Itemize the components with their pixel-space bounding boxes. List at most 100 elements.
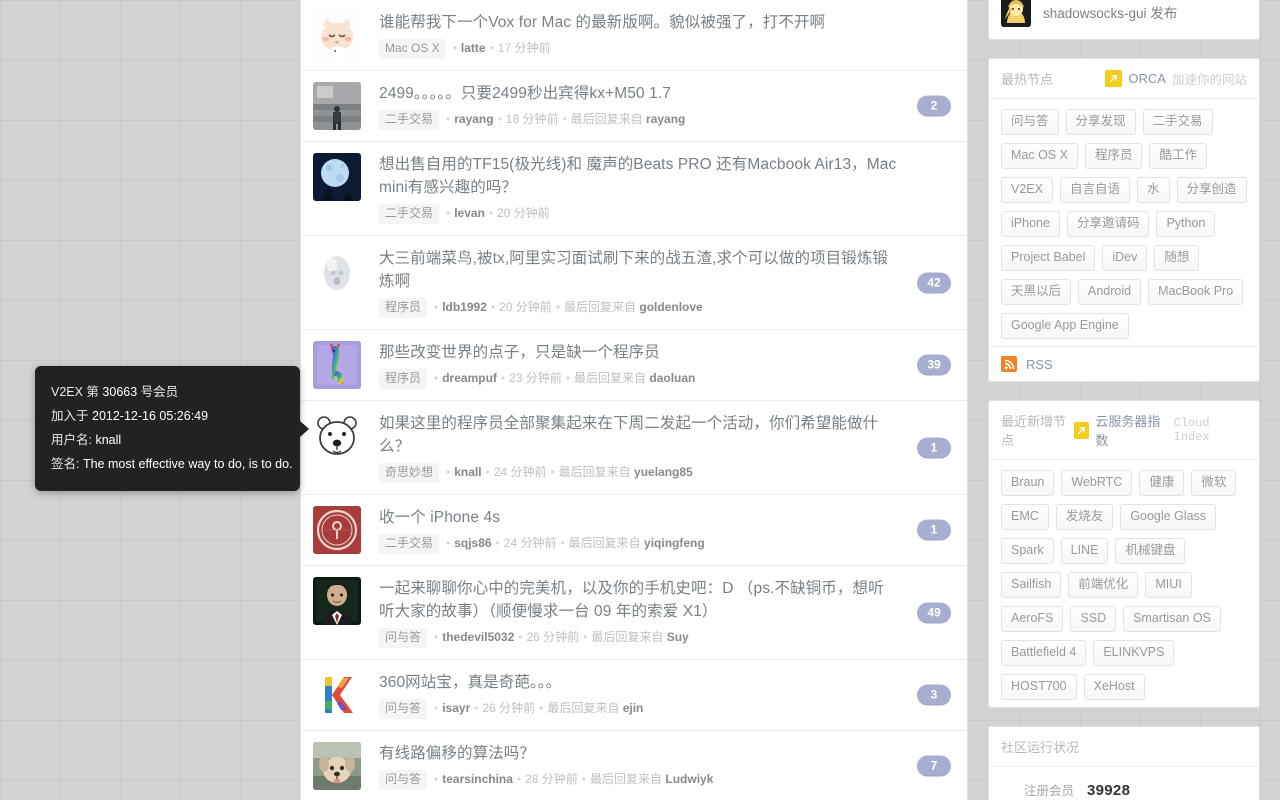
- hot-node-chip[interactable]: iDev: [1102, 245, 1148, 271]
- hot-node-chip[interactable]: 随想: [1154, 245, 1200, 271]
- topic-row[interactable]: 2499。。。。。只要2499秒出宾得kx+M50 1.7 二手交易 • rayang…: [301, 71, 967, 142]
- hot-node-chip[interactable]: Mac OS X: [1001, 143, 1078, 169]
- topic-author-link[interactable]: rayang: [454, 112, 493, 126]
- new-node-chip[interactable]: XeHost: [1083, 674, 1145, 700]
- topic-row[interactable]: 如果这里的程序员全部聚集起来在下周二发起一个活动，你们希望能做什么？ 奇思妙想 • k…: [301, 401, 967, 495]
- topic-author-avatar[interactable]: [313, 577, 361, 625]
- topic-row[interactable]: 想出售自用的TF15(极光线)和 魔声的Beats PRO 还有Macbook …: [301, 142, 967, 236]
- topic-row[interactable]: 有线路偏移的算法吗？ 问与答 • tearsinchina • 28 分钟前 • 最后回复来自…: [301, 731, 967, 800]
- new-node-chip[interactable]: ELINKVPS: [1093, 640, 1175, 666]
- hot-node-chip[interactable]: 酷工作: [1149, 143, 1207, 169]
- topic-node-tag[interactable]: 二手交易: [379, 204, 440, 224]
- topic-title-link[interactable]: 2499。。。。。只要2499秒出宾得kx+M50 1.7: [379, 82, 897, 105]
- cloud-index-promo[interactable]: 云服务器指数 Cloud Index: [1073, 411, 1247, 449]
- new-node-chip[interactable]: Google Glass: [1120, 504, 1217, 530]
- topic-node-tag[interactable]: 二手交易: [379, 534, 440, 554]
- last-reply-user-link[interactable]: yuelang85: [634, 465, 693, 479]
- new-node-chip[interactable]: Battlefield 4: [1001, 640, 1087, 666]
- new-node-chip[interactable]: 发烧友: [1055, 504, 1114, 530]
- hot-node-chip[interactable]: V2EX: [1001, 177, 1053, 203]
- topic-title-link[interactable]: 如果这里的程序员全部聚集起来在下周二发起一个活动，你们希望能做什么？: [379, 412, 897, 458]
- new-node-chip[interactable]: WebRTC: [1061, 470, 1133, 496]
- new-node-chip[interactable]: 微软: [1191, 470, 1237, 496]
- hot-node-chip[interactable]: Project Babel: [1001, 245, 1096, 271]
- last-reply-user-link[interactable]: yiqingfeng: [644, 536, 705, 550]
- topic-title-link[interactable]: 360网站宝，真是奇葩。。。: [379, 671, 897, 694]
- topic-author-link[interactable]: levan: [454, 206, 485, 220]
- new-node-chip[interactable]: HOST700: [1001, 674, 1077, 700]
- topic-node-tag[interactable]: 程序员: [379, 298, 428, 318]
- new-node-chip[interactable]: LINE: [1060, 538, 1109, 564]
- new-node-chip[interactable]: MIUI: [1145, 572, 1192, 598]
- topic-title-link[interactable]: 大三前端菜鸟,被tx,阿里实习面试刷下来的战五渣,求个可以做的项目锻炼锻炼啊: [379, 247, 897, 293]
- topic-node-tag[interactable]: 程序员: [379, 369, 428, 389]
- topic-author-link[interactable]: ldb1992: [442, 300, 487, 314]
- topic-author-link[interactable]: dreampuf: [442, 371, 497, 385]
- topic-row[interactable]: 那些改变世界的点子，只是缺一个程序员 程序员 • dreampuf • 23 分钟前 • 最后…: [301, 330, 967, 401]
- topic-author-avatar[interactable]: [313, 506, 361, 554]
- new-node-chip[interactable]: Spark: [1001, 538, 1054, 564]
- topic-row[interactable]: 360网站宝，真是奇葩。。。 问与答 • isayr • 26 分钟前 • 最后回复来自 ej…: [301, 660, 967, 731]
- rss-link[interactable]: RSS: [989, 346, 1259, 381]
- reply-count-badge[interactable]: 1: [917, 437, 951, 458]
- hot-node-chip[interactable]: MacBook Pro: [1148, 279, 1244, 305]
- topic-author-link[interactable]: tearsinchina: [442, 772, 513, 786]
- topic-title-link[interactable]: 收一个 iPhone 4s: [379, 506, 897, 529]
- hot-node-chip[interactable]: 自言自语: [1059, 177, 1130, 203]
- hot-node-chip[interactable]: 问与答: [1001, 109, 1059, 135]
- last-reply-user-link[interactable]: daoluan: [649, 371, 695, 385]
- hot-node-chip[interactable]: Python: [1156, 211, 1216, 237]
- last-reply-user-link[interactable]: goldenlove: [639, 300, 702, 314]
- topic-node-tag[interactable]: Mac OS X: [379, 39, 446, 59]
- topic-row[interactable]: 一起来聊聊你心中的完美机，以及你的手机史吧：D （ps.不缺铜币，想听听大家的故…: [301, 566, 967, 660]
- hot-node-chip[interactable]: 水: [1136, 177, 1170, 203]
- topic-author-link[interactable]: knall: [454, 465, 481, 479]
- topic-node-tag[interactable]: 奇思妙想: [379, 463, 440, 483]
- orca-promo[interactable]: ORCA 加速你的网站: [1105, 69, 1247, 88]
- topic-author-link[interactable]: latte: [461, 41, 486, 55]
- reply-count-badge[interactable]: 42: [917, 272, 951, 293]
- new-node-chip[interactable]: EMC: [1001, 504, 1049, 530]
- new-node-chip[interactable]: 前端优化: [1068, 572, 1139, 598]
- new-node-chip[interactable]: SSD: [1070, 606, 1117, 632]
- topic-title-link[interactable]: 想出售自用的TF15(极光线)和 魔声的Beats PRO 还有Macbook …: [379, 153, 897, 199]
- hot-node-chip[interactable]: 二手交易: [1142, 109, 1213, 135]
- hot-node-chip[interactable]: 天黑以后: [1001, 279, 1072, 305]
- topic-node-tag[interactable]: 问与答: [379, 770, 428, 790]
- hot-node-chip[interactable]: 程序员: [1084, 143, 1143, 169]
- hot-node-chip[interactable]: 分享邀请码: [1066, 211, 1150, 237]
- last-reply-user-link[interactable]: Suy: [667, 630, 689, 644]
- topic-author-link[interactable]: sqjs86: [454, 536, 491, 550]
- last-reply-user-link[interactable]: rayang: [646, 112, 685, 126]
- reply-count-badge[interactable]: 7: [917, 755, 951, 777]
- hot-node-chip[interactable]: 分享发现: [1065, 109, 1136, 135]
- topic-author-avatar[interactable]: [313, 412, 361, 460]
- topic-author-avatar[interactable]: [313, 82, 361, 130]
- announcement-row[interactable]: shadowsocks-gui 发布: [989, 0, 1259, 39]
- topic-title-link[interactable]: 一起来聊聊你心中的完美机，以及你的手机史吧：D （ps.不缺铜币，想听听大家的故…: [379, 577, 897, 623]
- topic-author-avatar[interactable]: [313, 153, 361, 201]
- last-reply-user-link[interactable]: Ludwiyk: [665, 772, 713, 786]
- topic-title-link[interactable]: 那些改变世界的点子，只是缺一个程序员: [379, 341, 897, 364]
- hot-node-chip[interactable]: iPhone: [1001, 211, 1060, 237]
- topic-author-avatar[interactable]: [313, 11, 361, 59]
- new-node-chip[interactable]: Smartisan OS: [1123, 606, 1221, 632]
- topic-author-avatar[interactable]: [313, 742, 361, 790]
- hot-node-chip[interactable]: 分享创造: [1176, 177, 1247, 203]
- topic-title-link[interactable]: 有线路偏移的算法吗？: [379, 742, 897, 765]
- topic-row[interactable]: 收一个 iPhone 4s 二手交易 • sqjs86 • 24 分钟前 • 最后回复来自 y…: [301, 495, 967, 566]
- topic-author-link[interactable]: thedevil5032: [442, 630, 514, 644]
- topic-node-tag[interactable]: 二手交易: [379, 110, 440, 130]
- reply-count-badge[interactable]: 1: [917, 519, 951, 541]
- new-node-chip[interactable]: Braun: [1001, 470, 1055, 496]
- topic-node-tag[interactable]: 问与答: [379, 628, 428, 648]
- reply-count-badge[interactable]: 39: [917, 354, 951, 376]
- topic-row[interactable]: 大三前端菜鸟,被tx,阿里实习面试刷下来的战五渣,求个可以做的项目锻炼锻炼啊程序…: [301, 236, 967, 330]
- topic-author-avatar[interactable]: [313, 247, 361, 295]
- new-node-chip[interactable]: 健康: [1139, 470, 1185, 496]
- hot-node-chip[interactable]: Google App Engine: [1001, 313, 1129, 339]
- reply-count-badge[interactable]: 49: [917, 602, 951, 623]
- new-node-chip[interactable]: Sailfish: [1001, 572, 1062, 598]
- reply-count-badge[interactable]: 2: [917, 95, 951, 117]
- topic-author-avatar[interactable]: [313, 671, 361, 719]
